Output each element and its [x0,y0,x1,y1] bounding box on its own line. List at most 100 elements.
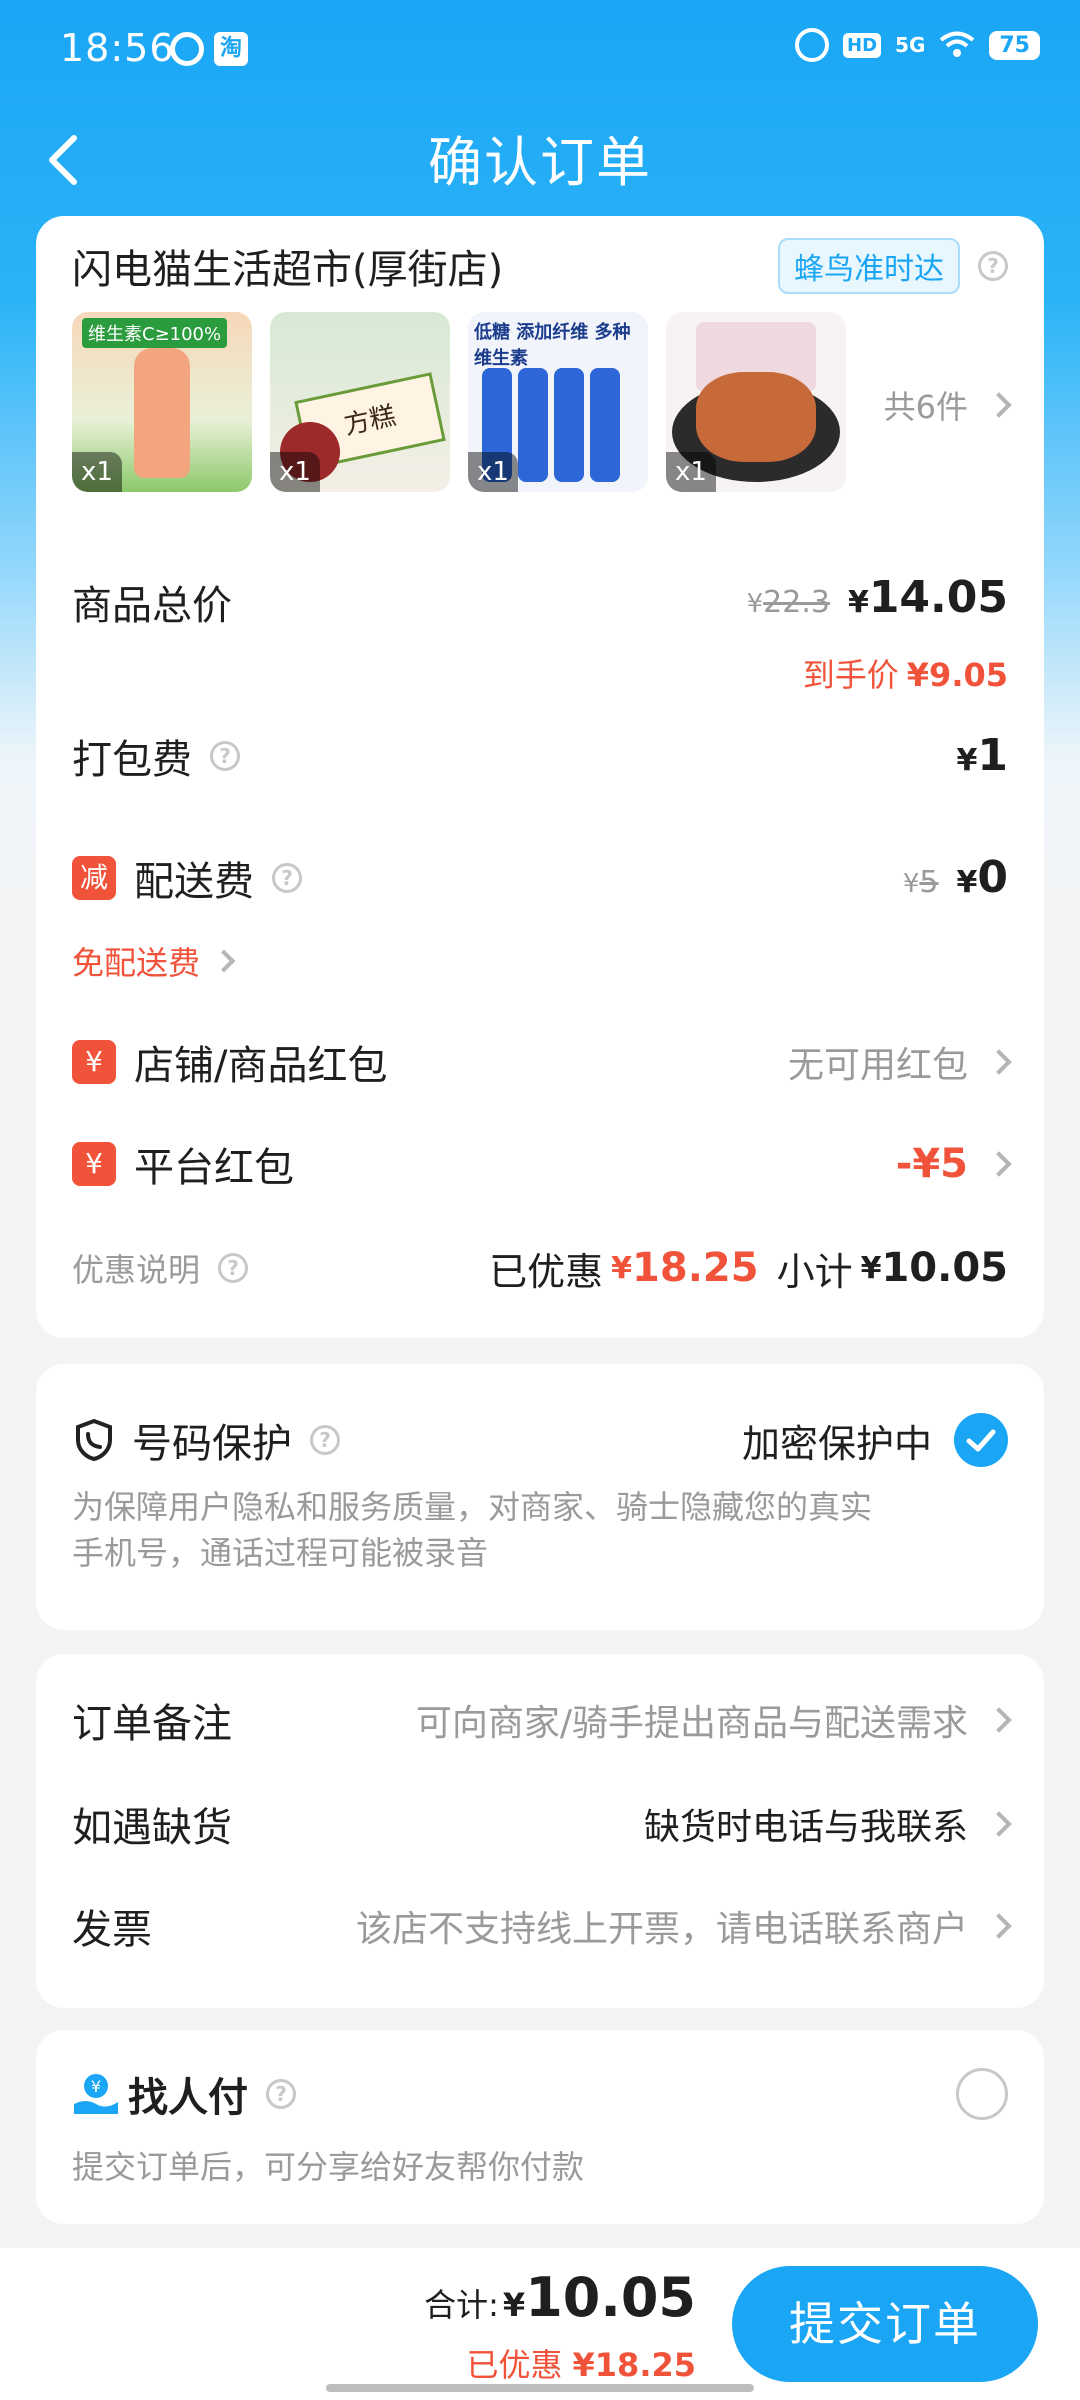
product-qty: x1 [468,452,518,492]
delivery-fee-label: 配送费 [134,859,254,905]
goods-total-price: 14.05 [868,572,1008,623]
delivery-fee-value: 0 [977,852,1008,903]
hd-icon: HD [843,32,882,58]
product-food-image [696,372,816,462]
saved-value: 18.25 [632,1245,759,1291]
discount-help-icon[interactable]: ? [218,1253,249,1283]
platform-coupon-value: -¥5 [895,1141,968,1187]
product-caption: 维生素C≥100% [82,318,228,348]
final-price: ¥9.05 [906,656,1008,694]
privacy-checkbox[interactable] [954,1413,1008,1467]
goods-total-prices: ¥ 22.3 ¥ 14.05 [747,572,1008,623]
footer-saved-label: 已优惠 [466,2346,563,2384]
product-caption: 低糖 添加纤维 多种维生素 [474,322,631,369]
privacy-description: 为保障用户隐私和服务质量，对商家、骑士隐藏您的真实 手机号，通话过程可能被录音 [72,1484,1008,1576]
packing-fee-help-icon[interactable]: ? [210,741,240,771]
pay-for-me-title: 找人付 [128,2075,248,2121]
pay-for-me-icon: ¥ [74,2074,118,2114]
status-icons: HD 5G 75 [795,28,1040,62]
packing-fee-value-row: ¥ 1 [957,730,1009,781]
packing-fee-label: 打包费 [72,737,192,783]
delivery-fee-help-icon[interactable]: ? [272,863,302,893]
invoice-label: 发票 [72,1907,152,1953]
wifi-icon [940,31,975,57]
svg-text:¥: ¥ [91,2077,101,2096]
order-note-label: 订单备注 [72,1701,232,1747]
chevron-right-icon [986,1151,1012,1177]
privacy-title: 号码保护 [132,1421,292,1467]
total-row: 合计: ¥ 10.05 [424,2266,696,2329]
chevron-right-icon [212,949,236,973]
chevron-right-icon [986,1049,1012,1075]
product-bottle-image [590,368,620,482]
alarm-icon [795,28,830,62]
currency-symbol: ¥ [611,1250,633,1286]
footer-saved-row: 已优惠 ¥18.25 [467,2340,697,2386]
saved-label: 已优惠 [489,1249,604,1294]
delivery-badge: 蜂鸟准时达 [778,238,960,294]
chevron-right-icon [986,1913,1012,1939]
product-thumb[interactable]: x1 [666,312,846,492]
currency-symbol: ¥ [902,869,920,899]
goods-total-label: 商品总价 [72,583,232,629]
items-count: 共6件 [883,388,968,426]
discount-explanation-label[interactable]: 优惠说明 [72,1245,200,1291]
free-delivery-link[interactable]: 免配送费 [72,938,1008,984]
battery-indicator: 75 [989,30,1040,60]
order-note-placeholder: 可向商家/骑手提出商品与配送需求 [415,1703,968,1744]
status-bar: 18:56 淘 HD 5G 75 [0,0,1080,100]
chevron-right-icon [986,1707,1012,1733]
privacy-help-icon[interactable]: ? [310,1425,340,1455]
checkout-bar: 合计: ¥ 10.05 已优惠 ¥18.25 提交订单 [0,2248,1080,2400]
total-label: 合计: [424,2286,499,2324]
order-note-row[interactable]: 订单备注 可向商家/骑手提出商品与配送需求 [72,1690,1012,1750]
pay-for-me-description: 提交订单后，可分享给好友帮你付款 [72,2148,585,2186]
stockout-row[interactable]: 如遇缺货 缺货时电话与我联系 [72,1794,1012,1854]
privacy-status: 加密保护中 [741,1421,932,1466]
home-indicator[interactable] [326,2384,754,2392]
order-summary-card: 闪电猫生活超市(厚街店) 蜂鸟准时达 ? 维生素C≥100% x1 方糕 x1 … [36,216,1044,1338]
stockout-value: 缺货时电话与我联系 [643,1807,968,1848]
privacy-desc-line: 为保障用户隐私和服务质量，对商家、骑士隐藏您的真实 [72,1488,873,1526]
product-bottle-image [554,368,584,482]
delivery-discount-tag: 减 [72,856,116,900]
network-signal-icon: 5G [895,33,926,57]
product-thumb[interactable]: 低糖 添加纤维 多种维生素 x1 [468,312,648,492]
platform-coupon-label: 平台红包 [134,1145,294,1191]
delivery-original-fee: 5 [919,865,939,900]
items-count-link[interactable]: 共6件 [883,382,1012,428]
delivery-help-icon[interactable]: ? [978,251,1008,281]
final-price-label: 到手价 [802,656,899,694]
app-notification-icon [170,32,204,66]
store-coupon-value: 无可用红包 [787,1045,968,1086]
product-qty: x1 [270,452,320,492]
coupon-icon: ¥ [72,1142,116,1186]
delivery-fee-values: ¥ 5 ¥ 0 [903,852,1008,903]
subtotal-value: 10.05 [881,1245,1008,1291]
privacy-desc-line: 手机号，通话过程可能被录音 [72,1534,489,1572]
currency-symbol: ¥ [746,589,764,619]
privacy-card: 号码保护 ? 加密保护中 为保障用户隐私和服务质量，对商家、骑士隐藏您的真实 手… [36,1364,1044,1630]
free-delivery-text: 免配送费 [72,944,201,982]
product-qty: x1 [666,452,716,492]
store-name[interactable]: 闪电猫生活超市(厚街店) [72,237,503,295]
store-coupon-row[interactable]: ¥ 店铺/商品红包 无可用红包 [72,1032,1012,1092]
footer-saved-value: ¥18.25 [572,2346,696,2384]
stockout-label: 如遇缺货 [72,1805,232,1851]
product-thumb[interactable]: 维生素C≥100% x1 [72,312,252,492]
invoice-row[interactable]: 发票 该店不支持线上开票，请电话联系商户 [72,1896,1012,1956]
shield-phone-icon [76,1418,112,1462]
packing-fee-value: 1 [977,730,1008,781]
pay-for-me-card: ¥ 找人付 ? 提交订单后，可分享给好友帮你付款 [36,2030,1044,2224]
chevron-right-icon [986,1811,1012,1837]
product-thumb[interactable]: 方糕 x1 [270,312,450,492]
product-bottle-image [134,348,190,478]
pay-for-me-help-icon[interactable]: ? [266,2079,296,2109]
store-coupon-label: 店铺/商品红包 [134,1043,388,1089]
currency-symbol: ¥ [956,743,978,778]
submit-order-button[interactable]: 提交订单 [732,2266,1038,2382]
platform-coupon-row[interactable]: ¥ 平台红包 -¥5 [72,1134,1012,1194]
pay-for-me-radio[interactable] [956,2068,1008,2120]
product-qty: x1 [72,452,122,492]
total-value: 10.05 [525,2266,696,2329]
